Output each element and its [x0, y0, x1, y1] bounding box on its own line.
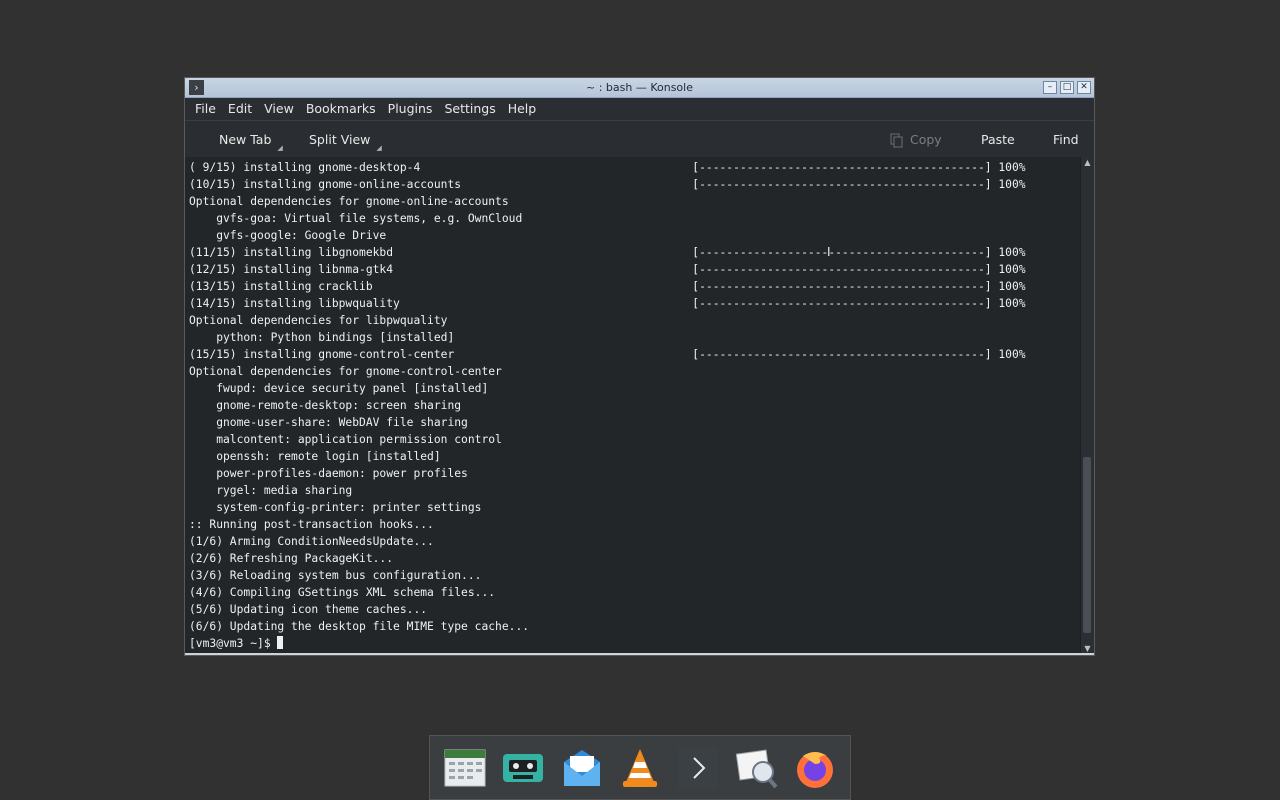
- menu-help[interactable]: Help: [502, 98, 543, 120]
- terminal-output: ( 9/15) installing gnome-desktop-4 [----…: [185, 157, 1082, 652]
- split-view-button[interactable]: Split View ◢: [287, 121, 382, 158]
- menu-bar: File Edit View Bookmarks Plugins Setting…: [185, 98, 1094, 120]
- paste-label: Paste: [981, 132, 1015, 147]
- terminal-view[interactable]: ( 9/15) installing gnome-desktop-4 [----…: [185, 157, 1082, 655]
- terminal-line: (3/6) Reloading system bus configuration…: [189, 569, 482, 582]
- paste-button[interactable]: Paste: [959, 121, 1015, 158]
- new-tab-label: New Tab: [219, 132, 272, 147]
- menu-file[interactable]: File: [189, 98, 222, 120]
- tape-player-app-icon[interactable]: [501, 746, 545, 790]
- terminal-line: malcontent: application permission contr…: [189, 433, 502, 446]
- prompt-text: [vm3@vm3 ~]$: [189, 637, 278, 650]
- terminal-line: Optional dependencies for gnome-online-a…: [189, 195, 509, 208]
- split-view-icon: [287, 132, 303, 148]
- terminal-line: (6/6) Updating the desktop file MIME typ…: [189, 620, 530, 633]
- chevron-down-icon[interactable]: ◢: [277, 144, 282, 152]
- minimize-icon[interactable]: –: [1043, 81, 1057, 94]
- terminal-line: gnome-user-share: WebDAV file sharing: [189, 416, 468, 429]
- terminal-prompt: [vm3@vm3 ~]$: [189, 635, 1082, 652]
- terminal-line: gvfs-google: Google Drive: [189, 229, 387, 242]
- terminal-line: (1/6) Arming ConditionNeedsUpdate...: [189, 535, 434, 548]
- new-tab-button[interactable]: New Tab ◢: [197, 121, 283, 158]
- terminal-line: openssh: remote login [installed]: [189, 450, 441, 463]
- terminal-line: Optional dependencies for gnome-control-…: [189, 365, 502, 378]
- terminal-line: (4/6) Compiling GSettings XML schema fil…: [189, 586, 496, 599]
- copy-button[interactable]: Copy: [888, 121, 942, 158]
- terminal-line: (15/15) installing gnome-control-center …: [189, 348, 1026, 361]
- toolbar: New Tab ◢ Split View ◢ Copy Paste Find: [185, 120, 1094, 159]
- konsole-window: › ~ : bash — Konsole – □ ✕ File Edit Vie…: [184, 77, 1095, 656]
- image-viewer-app-icon[interactable]: [735, 746, 779, 790]
- chevron-down-icon[interactable]: ◢: [376, 144, 381, 152]
- mail-app-icon[interactable]: [560, 746, 604, 790]
- close-icon[interactable]: ✕: [1077, 81, 1091, 94]
- terminal-line: :: Running post-transaction hooks...: [189, 518, 434, 531]
- terminal-line: ( 9/15) installing gnome-desktop-4 [----…: [189, 161, 1026, 174]
- title-bar[interactable]: › ~ : bash — Konsole – □ ✕: [185, 78, 1094, 98]
- terminal-line: Optional dependencies for libpwquality: [189, 314, 448, 327]
- terminal-line: (10/15) installing gnome-online-accounts…: [189, 178, 1026, 191]
- terminal-line: (11/15) installing libgnomekbd [--------…: [189, 246, 1026, 259]
- vertical-scrollbar[interactable]: ▲ ▼: [1080, 157, 1094, 655]
- window-bottom-border: [185, 653, 1094, 655]
- vlc-app-icon[interactable]: [618, 746, 662, 790]
- terminal-line: (12/15) installing libnma-gtk4 [--------…: [189, 263, 1026, 276]
- copy-label: Copy: [910, 132, 942, 147]
- paste-icon: [959, 132, 975, 148]
- terminal-line: (14/15) installing libpwquality [-------…: [189, 297, 1026, 310]
- copy-icon: [888, 132, 904, 148]
- terminal-line: (2/6) Refreshing PackageKit...: [189, 552, 394, 565]
- menu-view[interactable]: View: [258, 98, 300, 120]
- scrollbar-thumb[interactable]: [1083, 457, 1091, 633]
- terminal-line: python: Python bindings [installed]: [189, 331, 455, 344]
- scroll-up-icon[interactable]: ▲: [1081, 157, 1094, 169]
- terminal-line: rygel: media sharing: [189, 484, 353, 497]
- new-tab-icon: [197, 132, 213, 148]
- find-icon: [1031, 132, 1047, 148]
- find-label: Find: [1053, 132, 1079, 147]
- menu-bookmarks[interactable]: Bookmarks: [300, 98, 382, 120]
- terminal-line: system-config-printer: printer settings: [189, 501, 482, 514]
- terminal-line: gnome-remote-desktop: screen sharing: [189, 399, 462, 412]
- terminal-line: (5/6) Updating icon theme caches...: [189, 603, 428, 616]
- split-view-label: Split View: [309, 132, 371, 147]
- maximize-icon[interactable]: □: [1060, 81, 1074, 94]
- dock: [429, 735, 851, 800]
- menu-settings[interactable]: Settings: [438, 98, 501, 120]
- text-cursor-icon: I: [827, 245, 831, 259]
- menu-plugins[interactable]: Plugins: [382, 98, 439, 120]
- terminal-line: power-profiles-daemon: power profiles: [189, 467, 468, 480]
- terminal-line: gvfs-goa: Virtual file systems, e.g. Own…: [189, 212, 523, 225]
- terminal-line: (13/15) installing cracklib [-----------…: [189, 280, 1026, 293]
- firefox-app-icon[interactable]: [793, 746, 837, 790]
- terminal-line: fwupd: device security panel [installed]: [189, 382, 489, 395]
- find-button[interactable]: Find: [1031, 121, 1079, 158]
- calendar-app-icon[interactable]: [443, 746, 487, 790]
- window-title: ~ : bash — Konsole: [586, 81, 693, 94]
- terminal-app-icon[interactable]: [676, 746, 720, 790]
- menu-edit[interactable]: Edit: [222, 98, 258, 120]
- terminal-cursor: [277, 636, 284, 649]
